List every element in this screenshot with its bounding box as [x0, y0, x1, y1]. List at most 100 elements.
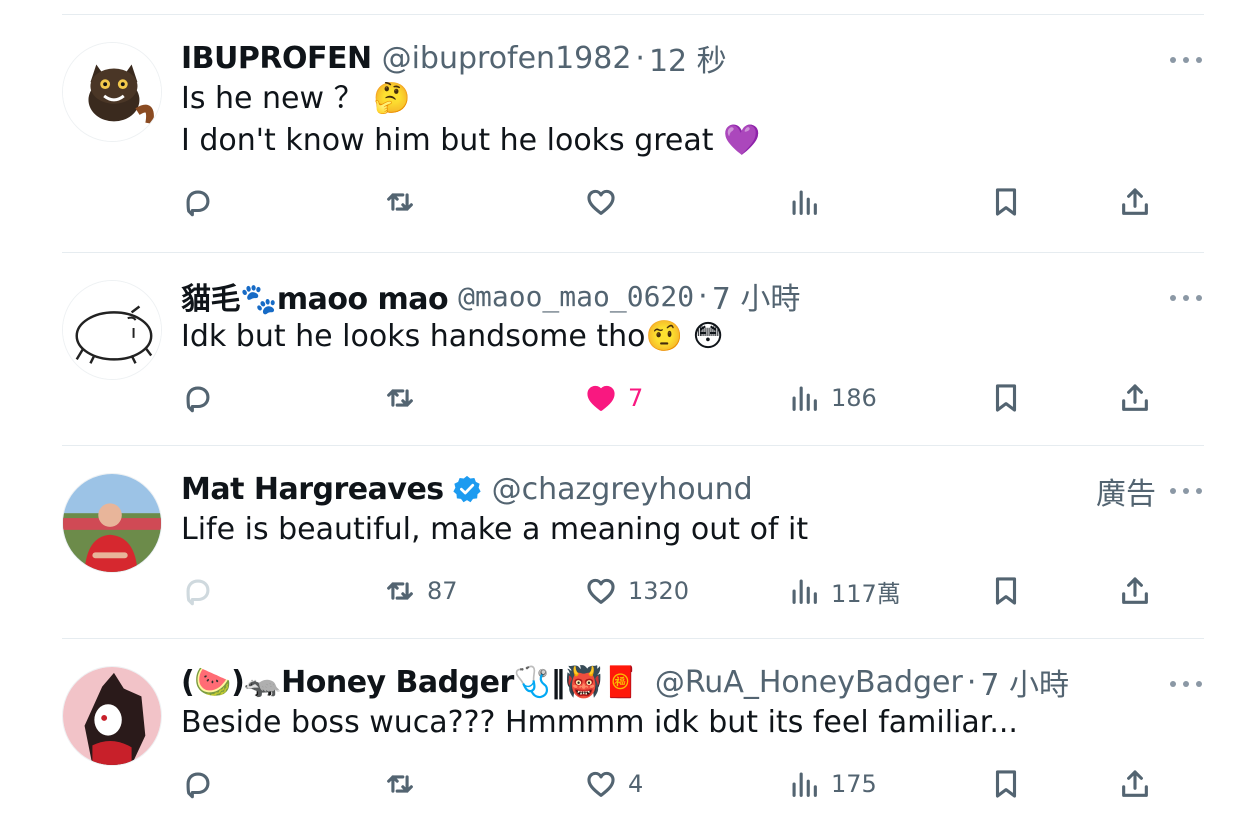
tweet-text: Beside boss wuca??? Hmmmm idk but its fe…	[181, 702, 1018, 744]
user-handle[interactable]: @RuA_HoneyBadger	[655, 665, 963, 700]
views-count: 175	[831, 770, 877, 798]
retweet-count: 87	[427, 577, 458, 605]
bookmark-icon	[995, 188, 1017, 216]
tweet-maoo-mao[interactable]: 貓毛🐾maoo mao @maoo_mao_0620 · 7 小時 Idk bu…	[0, 252, 1246, 444]
views-icon	[792, 386, 817, 411]
reply-icon	[186, 772, 210, 799]
more-icon[interactable]	[1170, 678, 1202, 690]
tweet-honey-badger[interactable]: (🍉)🦡Honey Badger🩺‖👹🧧 @RuA_HoneyBadger · …	[0, 638, 1246, 822]
share-button[interactable]	[1118, 378, 1152, 418]
more-icon[interactable]	[1170, 54, 1202, 66]
retweet-icon	[387, 582, 413, 600]
anime-character-avatar-icon	[63, 667, 161, 765]
user-handle[interactable]: @ibuprofen1982	[382, 41, 632, 76]
more-icon[interactable]	[1170, 292, 1202, 304]
avatar[interactable]	[62, 666, 162, 766]
bookmark-button[interactable]	[989, 378, 1023, 418]
share-icon	[1122, 384, 1148, 411]
like-count: 7	[628, 384, 644, 412]
action-bar: 4 175	[0, 764, 1246, 804]
retweet-button[interactable]: 87	[383, 571, 458, 611]
round-creature-avatar-icon	[63, 281, 161, 379]
tweet-header: (🍉)🦡Honey Badger🩺‖👹🧧 @RuA_HoneyBadger · …	[181, 660, 1069, 704]
bookmark-icon	[995, 577, 1017, 605]
like-button[interactable]: 7	[584, 378, 643, 418]
reply-button[interactable]	[181, 182, 225, 222]
bookmark-icon	[995, 384, 1017, 412]
like-icon	[587, 578, 615, 604]
bookmark-button[interactable]	[989, 182, 1023, 222]
retweet-button[interactable]	[383, 182, 427, 222]
views-button[interactable]: 117萬	[787, 571, 901, 611]
like-button[interactable]: 4	[584, 764, 643, 804]
like-count: 1320	[628, 577, 690, 605]
action-bar: 7 186	[0, 378, 1246, 418]
like-button[interactable]: 1320	[584, 571, 689, 611]
share-button[interactable]	[1118, 571, 1152, 611]
display-name[interactable]: (🍉)🦡Honey Badger🩺‖👹🧧	[181, 665, 639, 700]
bookmark-button[interactable]	[989, 571, 1023, 611]
views-button[interactable]: 175	[787, 764, 877, 804]
tweet-text: Idk but he looks handsome tho🤨 😳	[181, 316, 724, 358]
tweet-line: Idk but he looks handsome tho🤨 😳	[181, 319, 724, 354]
views-icon	[792, 579, 817, 604]
reply-icon	[186, 190, 210, 217]
verified-badge-icon	[452, 474, 482, 504]
tweet-ibuprofen[interactable]: IBUPROFEN @ibuprofen1982 · 12 秒 Is he ne…	[0, 14, 1246, 217]
retweet-icon	[387, 193, 413, 211]
views-count: 186	[831, 384, 877, 412]
person-photo-avatar-icon	[63, 474, 161, 572]
more-icon[interactable]	[1170, 485, 1202, 497]
display-name[interactable]: IBUPROFEN	[181, 41, 372, 76]
timestamp[interactable]: 7 小時	[712, 274, 801, 318]
action-bar	[0, 182, 1246, 222]
tweet-line: Is he new ？ 🤔	[181, 81, 411, 116]
views-icon	[792, 190, 817, 215]
avatar[interactable]	[62, 473, 162, 573]
share-button[interactable]	[1118, 764, 1152, 804]
like-icon	[587, 771, 615, 797]
views-icon	[792, 772, 817, 797]
reply-button[interactable]	[181, 378, 225, 418]
retweet-button[interactable]	[383, 764, 427, 804]
reply-icon	[186, 386, 210, 413]
tweet-line: Beside boss wuca??? Hmmmm idk but its fe…	[181, 705, 1018, 740]
bookmark-button[interactable]	[989, 764, 1023, 804]
bookmark-icon	[995, 770, 1017, 798]
retweet-icon	[387, 389, 413, 407]
tweet-header: Mat Hargreaves @chazgreyhound	[181, 469, 753, 509]
views-button[interactable]	[787, 182, 831, 222]
cat-avatar-icon	[63, 43, 161, 141]
tweet-header: 貓毛🐾maoo mao @maoo_mao_0620 · 7 小時	[181, 274, 801, 318]
tweet-header: IBUPROFEN @ibuprofen1982 · 12 秒	[181, 36, 727, 80]
tweet-line: I don't know him but he looks great 💜	[181, 123, 761, 158]
display-name[interactable]: 貓毛🐾maoo mao	[181, 274, 449, 318]
avatar[interactable]	[62, 42, 162, 142]
reply-button[interactable]	[181, 764, 225, 804]
share-icon	[1122, 770, 1148, 797]
retweet-button[interactable]	[383, 378, 427, 418]
share-button[interactable]	[1118, 182, 1152, 222]
display-name[interactable]: Mat Hargreaves	[181, 472, 444, 507]
ad-label: 廣告	[1096, 477, 1156, 512]
separator-dot: ·	[635, 40, 645, 76]
tweet-text: Is he new ？ 🤔 I don't know him but he lo…	[181, 78, 760, 162]
user-handle[interactable]: @maoo_mao_0620	[458, 280, 694, 313]
tweet-line: Life is beautiful, make a meaning out of…	[181, 512, 809, 547]
tweet-mat-hargreaves-ad[interactable]: Mat Hargreaves @chazgreyhound 廣告 Life is…	[0, 445, 1246, 637]
retweet-icon	[387, 775, 413, 793]
timestamp[interactable]: 7 小時	[980, 660, 1069, 704]
timestamp[interactable]: 12 秒	[649, 36, 727, 80]
reply-button[interactable]	[181, 571, 225, 611]
reply-icon	[186, 579, 210, 606]
share-icon	[1122, 188, 1148, 215]
action-bar: 87 1320 117萬	[0, 571, 1246, 611]
like-icon	[587, 385, 615, 411]
user-handle[interactable]: @chazgreyhound	[492, 472, 753, 507]
views-count: 117萬	[831, 579, 901, 608]
separator-dot: ·	[966, 664, 977, 700]
like-button[interactable]	[584, 182, 628, 222]
views-button[interactable]: 186	[787, 378, 877, 418]
tweet-text: Life is beautiful, make a meaning out of…	[181, 509, 808, 551]
avatar[interactable]	[62, 280, 162, 380]
